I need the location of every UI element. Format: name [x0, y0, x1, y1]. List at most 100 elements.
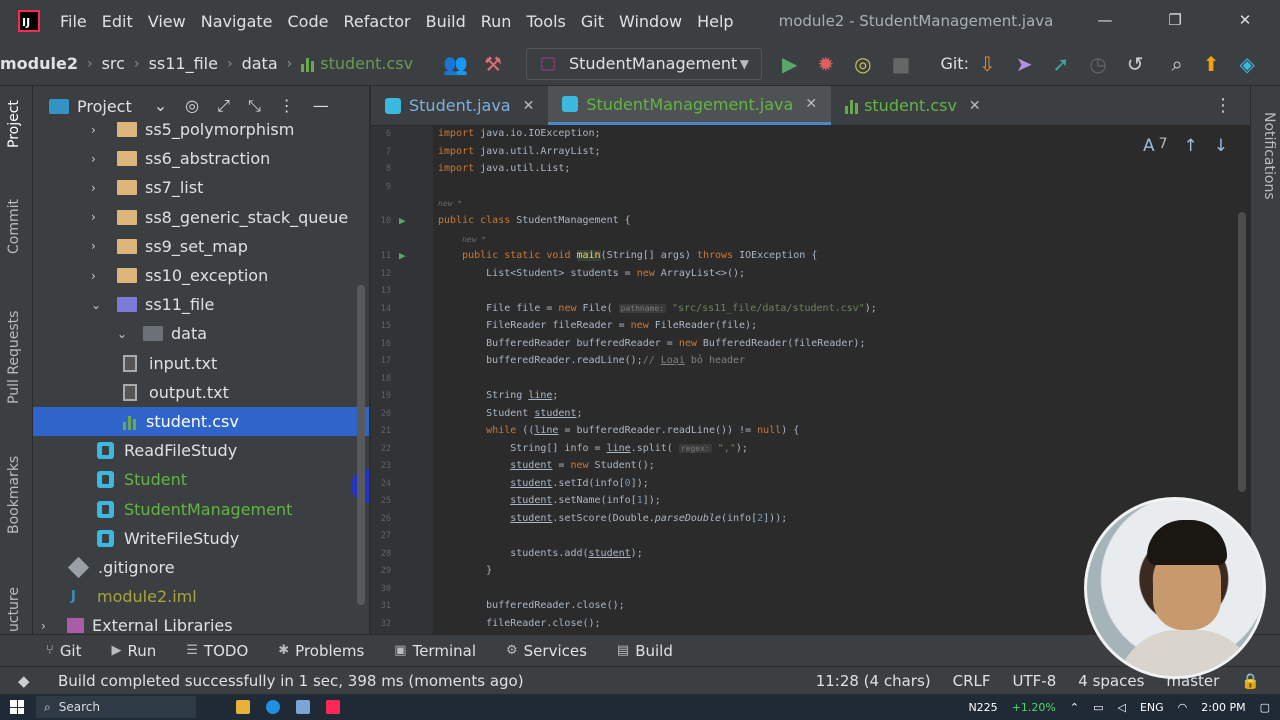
run-configuration-select[interactable]: StudentManagement ▼ — [525, 47, 762, 80]
windows-start-icon[interactable] — [10, 700, 24, 714]
chevron-down-icon[interactable]: ⌄ — [91, 298, 105, 312]
notifications-tool-tab[interactable]: Notifications — [1261, 112, 1277, 200]
code-line[interactable]: 21 while ((line = bufferedReader.readLin… — [371, 423, 1250, 440]
tray-chevron-icon[interactable]: ⌃ — [1070, 701, 1079, 714]
tree-item[interactable]: student.csv — [33, 407, 369, 436]
tree-item[interactable]: ReadFileStudy — [33, 436, 369, 465]
tree-item[interactable]: .gitignore — [33, 553, 369, 582]
editor-scrollbar[interactable] — [1238, 212, 1246, 492]
debug-icon[interactable]: ✹ — [817, 52, 834, 76]
commit-tool-tab[interactable]: Commit — [6, 199, 22, 254]
taskbar-search[interactable]: ⌕ Search — [36, 696, 196, 718]
chevron-right-icon[interactable]: › — [41, 619, 55, 633]
breadcrumb-data[interactable]: data — [242, 54, 278, 73]
menu-navigate[interactable]: Navigate — [201, 12, 273, 31]
restore-icon[interactable]: ❐ — [1140, 0, 1210, 42]
menu-run[interactable]: Run — [481, 12, 512, 31]
tree-item[interactable]: Jmodule2.iml — [33, 582, 369, 611]
next-highlight-icon[interactable]: ↓ — [1214, 136, 1228, 156]
collapse-all-icon[interactable]: ⤡ — [248, 96, 261, 116]
breadcrumb-ss11-file[interactable]: ss11_file — [149, 54, 218, 73]
line-ending[interactable]: CRLF — [953, 672, 991, 690]
tree-item[interactable]: ⌄ ss11_file — [33, 290, 369, 319]
code-line[interactable]: new * — [371, 232, 1250, 249]
search-icon[interactable]: ⌕ — [1171, 52, 1182, 76]
coverage-icon[interactable]: ◎ — [854, 52, 871, 76]
tool-window-services[interactable]: ⚙ Services — [506, 642, 587, 660]
code-line[interactable]: 8 import java.util.List; — [371, 161, 1250, 178]
tree-item[interactable]: input.txt — [33, 349, 369, 378]
language-indicator[interactable]: ENG — [1140, 701, 1164, 714]
code-line[interactable]: 20 Student student; — [371, 406, 1250, 423]
menu-view[interactable]: View — [148, 12, 186, 31]
tree-item[interactable]: › ss10_exception — [33, 261, 369, 290]
status-message[interactable]: Build completed successfully in 1 sec, 3… — [58, 672, 524, 690]
tool-window-problems[interactable]: ✱ Problems — [278, 642, 364, 660]
menu-code[interactable]: Code — [288, 12, 329, 31]
inspection-widget[interactable]: A 7 ↑ ↓ — [1143, 136, 1228, 156]
code-line[interactable]: 11 ▶ public static void main(String[] arg… — [371, 248, 1250, 265]
run-gutter-icon[interactable]: ▶ — [399, 249, 406, 262]
code-line[interactable]: 23 student = new Student(); — [371, 458, 1250, 475]
tool-window-terminal[interactable]: ▣ Terminal — [394, 642, 476, 660]
tabs-menu-icon[interactable]: ⋮ — [1214, 95, 1232, 116]
breadcrumb-module[interactable]: module2 — [0, 54, 78, 73]
locate-icon[interactable]: ◎ — [185, 96, 199, 116]
users-icon[interactable]: 👥 — [443, 52, 468, 76]
chevron-right-icon[interactable]: › — [91, 123, 105, 137]
caret-position[interactable]: 11:28 (4 chars) — [816, 672, 931, 690]
network-icon[interactable]: ▭ — [1093, 701, 1103, 714]
tab-student-management-java[interactable]: StudentManagement.java ✕ — [548, 86, 832, 125]
chevron-down-icon[interactable]: ⌄ — [154, 96, 167, 116]
code-line[interactable]: 9 — [371, 179, 1250, 196]
tree-item[interactable]: › ss7_list — [33, 173, 369, 202]
intellij-taskbar-icon[interactable] — [326, 700, 340, 714]
file-explorer-icon[interactable] — [236, 700, 250, 714]
project-title[interactable]: Project — [77, 97, 132, 116]
hammer-build-icon[interactable]: ⚒ — [484, 52, 502, 76]
git-update-icon[interactable]: ⇩ — [979, 52, 996, 76]
menu-edit[interactable]: Edit — [102, 12, 133, 31]
project-tool-tab[interactable]: Project — [6, 100, 22, 148]
breadcrumb-src[interactable]: src — [102, 54, 125, 73]
tree-item[interactable]: ⌄ data — [33, 319, 369, 348]
tree-item[interactable]: › ss6_abstraction — [33, 144, 369, 173]
chevron-right-icon[interactable]: › — [91, 181, 105, 195]
menu-file[interactable]: File — [60, 12, 87, 31]
minimize-icon[interactable]: — — [1070, 0, 1140, 42]
code-line[interactable]: 24 student.setId(info[0]); — [371, 476, 1250, 493]
code-line[interactable]: 17 bufferedReader.readLine();// Loại bỏ … — [371, 353, 1250, 370]
chevron-right-icon[interactable]: › — [91, 269, 105, 283]
chevron-right-icon[interactable]: › — [91, 239, 105, 253]
tree-item[interactable]: › External Libraries — [33, 611, 369, 634]
stock-name[interactable]: N225 — [968, 701, 997, 714]
tree-item[interactable]: WriteFileStudy — [33, 524, 369, 553]
tree-item[interactable]: StudentManagement — [33, 495, 369, 524]
clock[interactable]: 2:00 PM — [1201, 701, 1245, 714]
run-gutter-icon[interactable]: ▶ — [399, 214, 406, 227]
previous-highlight-icon[interactable]: ↑ — [1184, 136, 1198, 156]
menu-git[interactable]: Git — [581, 12, 604, 31]
update-icon[interactable]: ⬆ — [1203, 52, 1220, 76]
chevron-right-icon[interactable]: › — [91, 152, 105, 166]
code-line[interactable]: new * — [371, 196, 1250, 213]
app-icon[interactable] — [296, 700, 310, 714]
git-push-icon[interactable]: ➚ — [1053, 52, 1070, 76]
edge-browser-icon[interactable] — [266, 700, 280, 714]
notification-center-icon[interactable]: ▢ — [1260, 701, 1270, 714]
stop-icon[interactable]: ■ — [892, 52, 911, 76]
structure-tool-tab[interactable]: ucture — [6, 587, 22, 632]
wifi-icon[interactable]: ◠ — [1178, 701, 1188, 714]
volume-icon[interactable]: ◁ — [1117, 701, 1125, 714]
code-line[interactable]: 13 — [371, 283, 1250, 300]
bookmarks-tool-tab[interactable]: Bookmarks — [6, 456, 22, 534]
jetbrains-icon[interactable]: ◈ — [1239, 52, 1254, 76]
chevron-right-icon[interactable]: › — [91, 210, 105, 224]
code-line[interactable]: 18 — [371, 371, 1250, 388]
breadcrumb-student-csv[interactable]: student.csv — [320, 54, 413, 73]
menu-help[interactable]: Help — [697, 12, 733, 31]
code-line[interactable]: 19 String line; — [371, 388, 1250, 405]
tool-window-build[interactable]: ▤ Build — [617, 642, 673, 660]
menu-refactor[interactable]: Refactor — [343, 12, 410, 31]
tool-window-todo[interactable]: ☰ TODO — [186, 642, 248, 660]
